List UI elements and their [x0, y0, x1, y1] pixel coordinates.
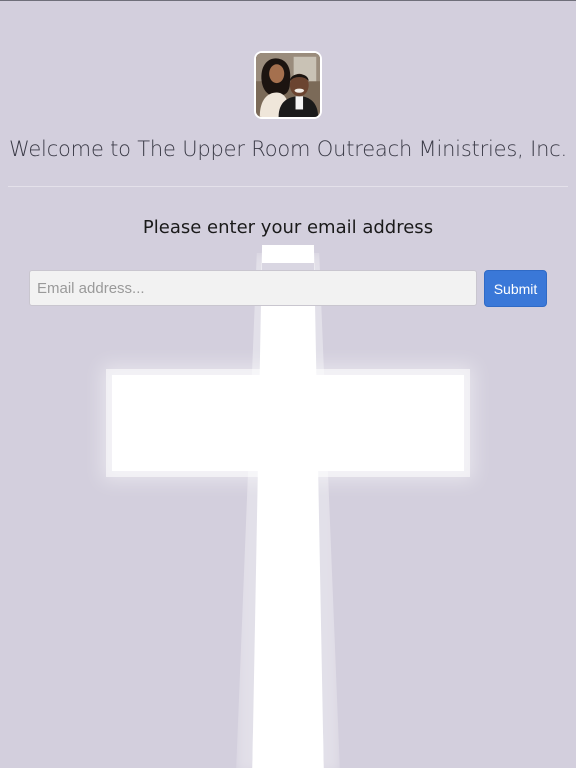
avatar — [254, 51, 322, 119]
email-field[interactable] — [29, 270, 477, 306]
submit-button[interactable]: Submit — [484, 270, 547, 307]
couple-photo-icon — [256, 53, 320, 117]
content: Welcome to The Upper Room Outreach Minis… — [0, 1, 576, 768]
page-title: Welcome to The Upper Room Outreach Minis… — [9, 137, 567, 161]
divider — [8, 186, 568, 187]
page: Welcome to The Upper Room Outreach Minis… — [0, 0, 576, 768]
email-prompt: Please enter your email address — [142, 217, 434, 238]
